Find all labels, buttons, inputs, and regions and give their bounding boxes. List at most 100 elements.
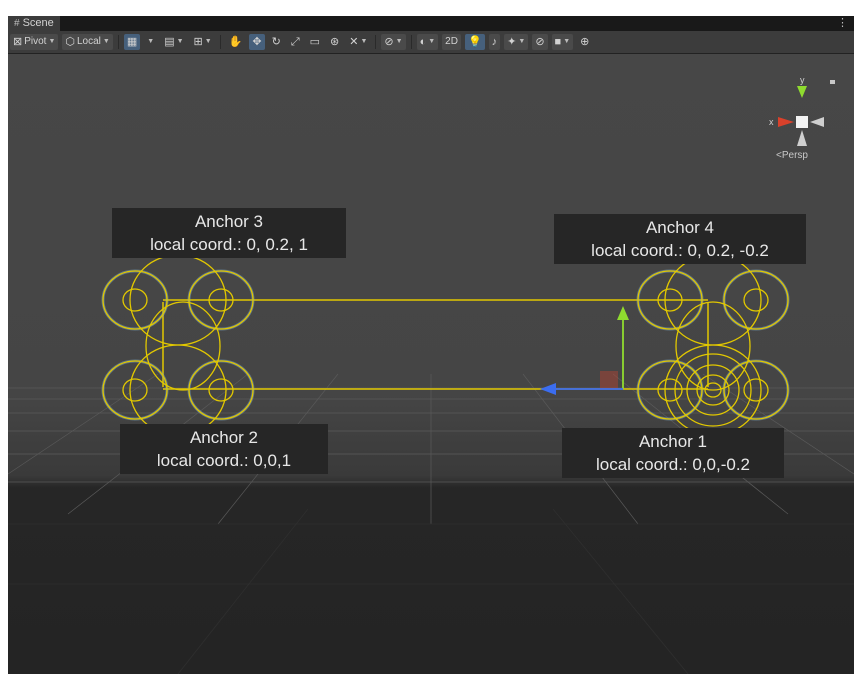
move-handle-gizmo[interactable] xyxy=(540,306,629,395)
effects-toggle-button[interactable]: ✦ ▼ xyxy=(504,34,529,50)
anchor-1-label: Anchor 1 local coord.: 0,0,-0.2 xyxy=(562,428,784,478)
increment-snap-button[interactable]: ⊞ ▼ xyxy=(191,34,215,50)
scale-icon: ⤢ xyxy=(290,36,300,48)
increment-snap-icon: ⊞ xyxy=(193,36,203,48)
y-axis-cone-icon[interactable] xyxy=(797,86,807,98)
z-axis-arrow-icon[interactable] xyxy=(540,383,556,395)
hand-tool-button[interactable]: ✋ xyxy=(226,34,246,50)
center-cube-icon[interactable] xyxy=(796,116,808,128)
chevron-down-icon: ▼ xyxy=(176,38,184,45)
lower-floor-grid xyxy=(8,508,854,674)
anchor-4-label: Anchor 4 local coord.: 0, 0.2, -0.2 xyxy=(554,214,806,264)
grid-snap-icon: ▦ xyxy=(126,36,138,48)
persp-label[interactable]: <Persp xyxy=(752,150,832,161)
anchor-2-label: Anchor 2 local coord.: 0,0,1 xyxy=(120,424,328,474)
camera-settings-button[interactable]: ■ ▼ xyxy=(551,34,574,50)
chevron-down-icon: ▼ xyxy=(563,38,571,45)
tab-bar: # Scene ⋮ xyxy=(8,16,854,31)
pivot-icon: ⊠ xyxy=(13,36,23,48)
pivot-dropdown[interactable]: ⊠ Pivot ▼ xyxy=(10,34,59,50)
transform-tool-button[interactable]: ⊛ xyxy=(327,34,342,50)
custom-tool-button[interactable]: ✕ ▼ xyxy=(346,34,370,50)
toolbar-separator xyxy=(117,35,119,49)
lock-icon[interactable] xyxy=(830,80,835,84)
chevron-down-icon: ▼ xyxy=(360,38,368,45)
hidden-objects-toggle-button[interactable]: ⊘ xyxy=(532,34,548,50)
neg-y-cone-icon[interactable] xyxy=(797,130,807,146)
rect-icon: ▭ xyxy=(309,36,321,48)
audio-icon: ♪ xyxy=(491,36,498,48)
2d-toggle-button[interactable]: 2D xyxy=(442,34,461,50)
right-anchor-gizmos xyxy=(636,254,790,436)
gizmos-globe-icon: ⊕ xyxy=(580,36,590,48)
chevron-down-icon: ▼ xyxy=(518,38,526,45)
anchor-2-title: Anchor 2 xyxy=(189,428,259,447)
move-tool-button[interactable]: ✥ xyxy=(249,34,265,50)
y-axis-arrow-icon[interactable] xyxy=(617,306,629,320)
hand-icon: ✋ xyxy=(228,36,243,48)
grid-snap-button[interactable]: ▦ xyxy=(123,34,141,50)
custom-tool-icon: ✕ xyxy=(349,36,359,48)
anchor-3-label: Anchor 3 local coord.: 0, 0.2, 1 xyxy=(112,208,346,258)
x-label: x xyxy=(769,117,774,127)
grid-snap-dropdown[interactable]: ▼ xyxy=(144,34,157,50)
toolbar-separator xyxy=(375,35,377,49)
anchor-2-coord: local coord.: 0,0,1 xyxy=(156,451,292,470)
anchor-4-title: Anchor 4 xyxy=(645,218,715,237)
chevron-down-icon: ▼ xyxy=(48,38,56,45)
move-plane-handle[interactable] xyxy=(600,371,618,389)
hidden-eye-icon: ⊘ xyxy=(535,36,545,48)
x-axis-cone-icon[interactable] xyxy=(778,117,794,127)
rotate-icon: ↻ xyxy=(271,36,281,48)
chevron-down-icon: ▼ xyxy=(395,38,403,45)
axis-gizmo-svg: y x xyxy=(769,75,835,146)
audio-toggle-button[interactable]: ♪ xyxy=(488,34,501,50)
chevron-down-icon: ▼ xyxy=(102,38,110,45)
local-dropdown[interactable]: ⬡ Local ▼ xyxy=(62,34,113,50)
scene-toolbar: ⊠ Pivot ▼ ⬡ Local ▼ ▦ ▼ ▤ ▼ ⊞ ▼ ✋ ✥ ↻ ⤢ ▭ … xyxy=(8,31,854,54)
toolbar-separator xyxy=(410,35,412,49)
transform-icon: ⊛ xyxy=(330,36,340,48)
orientation-gizmo[interactable]: y x <Persp xyxy=(752,70,852,185)
pivot-label: Pivot xyxy=(24,36,47,47)
scene-view-canvas xyxy=(8,254,854,674)
lighting-toggle-button[interactable]: 💡 xyxy=(464,34,485,50)
rotate-tool-button[interactable]: ↻ xyxy=(269,34,284,50)
anchor-4-coord: local coord.: 0, 0.2, -0.2 xyxy=(591,241,769,260)
cable-rails xyxy=(162,299,709,390)
grid-icon: ▤ xyxy=(164,36,175,48)
anchor-1-title: Anchor 1 xyxy=(638,432,708,451)
move-icon: ✥ xyxy=(252,36,262,48)
chevron-down-icon: ▼ xyxy=(147,38,155,45)
gizmo-visibility-button[interactable]: ⊘ ▼ xyxy=(381,34,406,50)
y-label: y xyxy=(800,75,805,85)
camera-icon: ■ xyxy=(554,36,562,48)
persp-text: Persp xyxy=(781,150,808,161)
visibility-icon: ⊘ xyxy=(384,36,394,48)
anchor-3-title: Anchor 3 xyxy=(194,212,264,231)
scale-tool-button[interactable]: ⤢ xyxy=(288,34,303,50)
cube-icon: ⬡ xyxy=(65,36,75,48)
tab-scene[interactable]: # Scene xyxy=(8,16,60,31)
draw-mode-button[interactable]: ◐ ▼ xyxy=(416,34,439,50)
neg-x-cone-icon[interactable] xyxy=(810,117,824,127)
scene-viewport[interactable]: Anchor 3 local coord.: 0, 0.2, 1 Anchor … xyxy=(8,54,854,674)
shading-icon: ◐ xyxy=(419,36,427,48)
light-bulb-icon: 💡 xyxy=(467,36,482,48)
scene-window: # Scene ⋮ ⊠ Pivot ▼ ⬡ Local ▼ ▦ ▼ ▤ ▼ ⊞ ▼ … xyxy=(8,16,854,674)
effects-icon: ✦ xyxy=(507,36,517,48)
gizmos-button[interactable]: ⊕ xyxy=(577,34,592,50)
anchor-1-coord: local coord.: 0,0,-0.2 xyxy=(595,455,751,474)
tab-menu-icon[interactable]: ⋮ xyxy=(837,16,848,31)
local-label: Local xyxy=(77,36,101,47)
toolbar-separator xyxy=(219,35,221,49)
scene-tab-label: Scene xyxy=(22,17,54,29)
anchor-3-coord: local coord.: 0, 0.2, 1 xyxy=(150,235,308,254)
scene-tab-icon: # xyxy=(14,18,20,29)
chevron-down-icon: ▼ xyxy=(428,38,436,45)
chevron-down-icon: ▼ xyxy=(204,38,212,45)
rect-tool-button[interactable]: ▭ xyxy=(307,34,323,50)
grid-visibility-button[interactable]: ▤ ▼ xyxy=(161,34,186,50)
left-anchor-gizmos xyxy=(101,254,255,436)
2d-label: 2D xyxy=(445,36,458,47)
